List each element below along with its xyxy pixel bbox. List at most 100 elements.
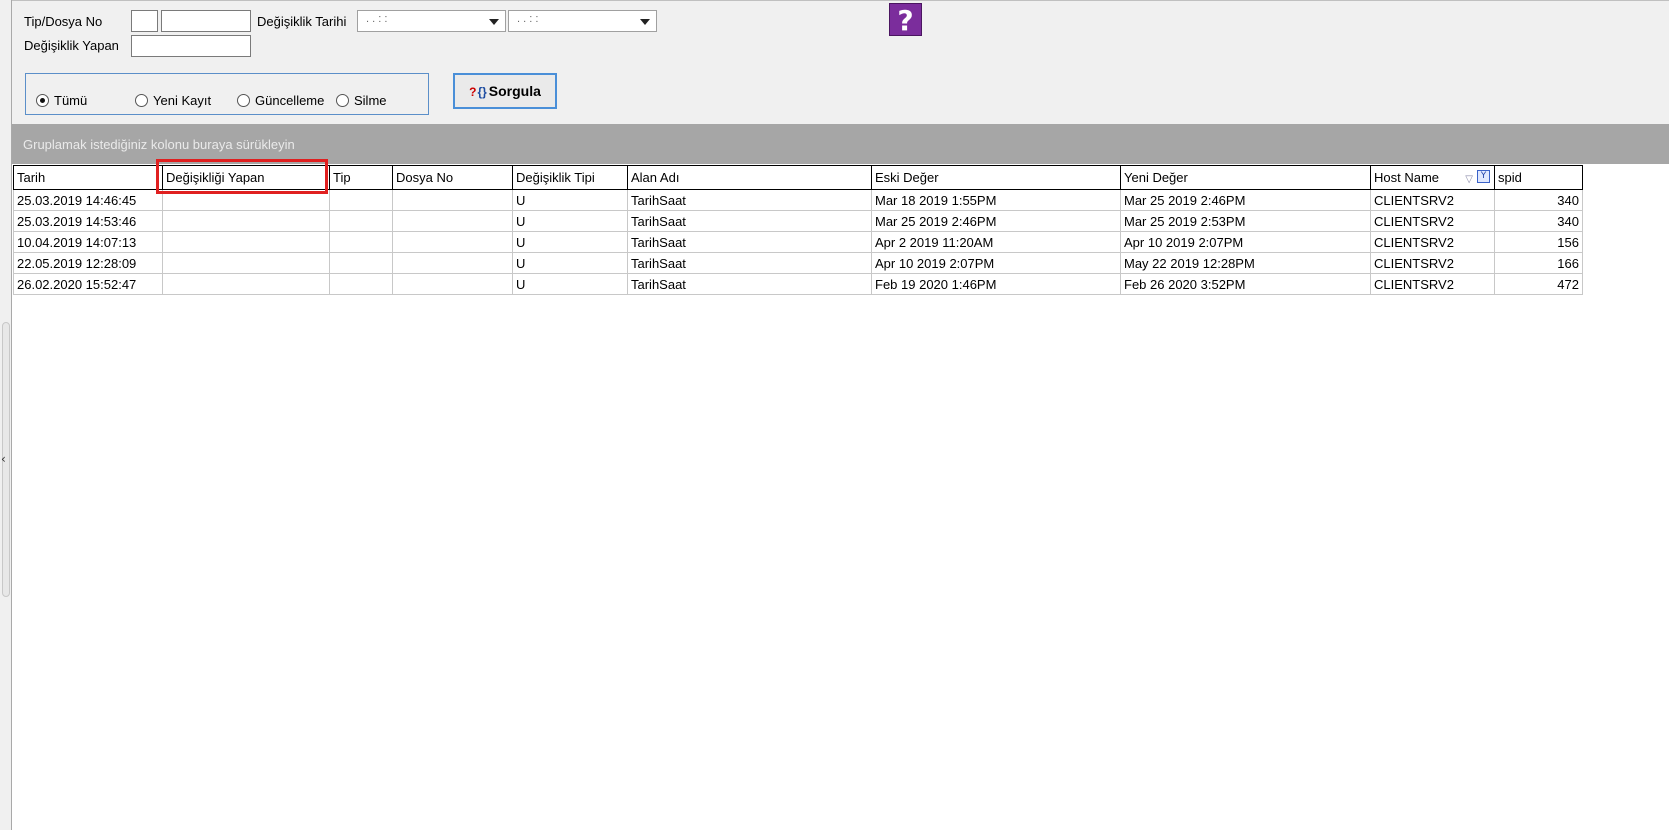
table-row[interactable]: 25.03.2019 14:53:46 U TarihSaat Mar 25 2019…: [13, 210, 1583, 232]
radio-indicator[interactable]: [36, 94, 49, 108]
cell-tarih[interactable]: 26.02.2020 15:52:47: [13, 273, 163, 295]
tarih-from-picker[interactable]: . . : :: [357, 10, 506, 32]
radio-guncelleme[interactable]: Güncelleme: [237, 92, 324, 108]
column-filter-controls: ▽ Y: [1465, 170, 1490, 185]
cell-degisikligi-yapan[interactable]: [162, 189, 330, 211]
cell-alan-adi[interactable]: TarihSaat: [627, 273, 872, 295]
cell-degisikligi-yapan[interactable]: [162, 210, 330, 232]
chevron-left-icon[interactable]: ‹: [1, 452, 6, 466]
col-header-tip[interactable]: Tip: [329, 165, 393, 190]
cell-alan-adi[interactable]: TarihSaat: [627, 189, 872, 211]
grid-header-row: Tarih Değişikliği Yapan Tip Dosya No Değ…: [13, 165, 1583, 190]
cell-tarih[interactable]: 25.03.2019 14:46:45: [13, 189, 163, 211]
group-by-drop-area[interactable]: Gruplamak istediğiniz kolonu buraya sürü…: [12, 124, 1669, 164]
cell-dosya-no[interactable]: [392, 231, 513, 253]
cell-dosya-no[interactable]: [392, 273, 513, 295]
cell-tip[interactable]: [329, 273, 393, 295]
cell-spid[interactable]: 340: [1494, 189, 1583, 211]
help-icon[interactable]: ?: [889, 3, 922, 37]
radio-indicator[interactable]: [336, 94, 349, 108]
cell-eski-deger[interactable]: Mar 18 2019 1:55PM: [871, 189, 1121, 211]
radio-tumu[interactable]: Tümü: [36, 92, 87, 108]
dropdown-arrow-icon[interactable]: [489, 19, 499, 25]
cell-degisikligi-yapan[interactable]: [162, 252, 330, 274]
cell-yeni-deger[interactable]: Mar 25 2019 2:46PM: [1120, 189, 1371, 211]
cell-host-name[interactable]: CLIENTSRV2: [1370, 210, 1495, 232]
tarih-to-value: . . : :: [517, 13, 539, 25]
braces-icon: {}: [477, 85, 487, 99]
cell-eski-deger[interactable]: Mar 25 2019 2:46PM: [871, 210, 1121, 232]
change-type-radio-group: Tümü Yeni Kayıt Güncelleme Silme: [25, 73, 429, 115]
cell-tip[interactable]: [329, 252, 393, 274]
col-header-spid[interactable]: spid: [1494, 165, 1583, 190]
dropdown-arrow-icon[interactable]: [640, 19, 650, 25]
cell-tarih[interactable]: 25.03.2019 14:53:46: [13, 210, 163, 232]
cell-degisiklik-tipi[interactable]: U: [512, 231, 628, 253]
cell-degisiklik-tipi[interactable]: U: [512, 189, 628, 211]
left-collapse-edge: ‹: [0, 0, 12, 830]
dosya-no-input[interactable]: [161, 10, 251, 32]
cell-spid[interactable]: 166: [1494, 252, 1583, 274]
cell-spid[interactable]: 156: [1494, 231, 1583, 253]
cell-spid[interactable]: 340: [1494, 210, 1583, 232]
query-icon: ?: [469, 85, 477, 99]
cell-eski-deger[interactable]: Apr 2 2019 11:20AM: [871, 231, 1121, 253]
yapan-input[interactable]: [131, 35, 251, 57]
cell-yeni-deger[interactable]: Mar 25 2019 2:53PM: [1120, 210, 1371, 232]
cell-yeni-deger[interactable]: Feb 26 2020 3:52PM: [1120, 273, 1371, 295]
radio-indicator[interactable]: [135, 94, 148, 108]
cell-host-name[interactable]: CLIENTSRV2: [1370, 273, 1495, 295]
cell-tip[interactable]: [329, 189, 393, 211]
tip-dosya-label: Tip/Dosya No: [24, 14, 103, 29]
col-header-eski-deger[interactable]: Eski Değer: [871, 165, 1121, 190]
table-row[interactable]: 25.03.2019 14:46:45 U TarihSaat Mar 18 2019…: [13, 189, 1583, 211]
sorgula-button[interactable]: ?{} Sorgula: [453, 73, 557, 109]
col-header-degisikligi-yapan[interactable]: Değişikliği Yapan: [162, 165, 330, 190]
grid-body: 25.03.2019 14:46:45 U TarihSaat Mar 18 2019…: [13, 189, 1583, 295]
radio-indicator[interactable]: [237, 94, 250, 108]
cell-degisiklik-tipi[interactable]: U: [512, 210, 628, 232]
yapan-label: Değişiklik Yapan: [24, 38, 119, 53]
cell-dosya-no[interactable]: [392, 189, 513, 211]
col-header-host-name[interactable]: Host Name ▽ Y: [1370, 165, 1495, 190]
col-header-alan-adi[interactable]: Alan Adı: [627, 165, 872, 190]
cell-degisikligi-yapan[interactable]: [162, 231, 330, 253]
cell-yeni-deger[interactable]: Apr 10 2019 2:07PM: [1120, 231, 1371, 253]
tip-input[interactable]: [131, 10, 158, 32]
col-header-tarih[interactable]: Tarih: [13, 165, 163, 190]
radio-yeni-kayit[interactable]: Yeni Kayıt: [135, 92, 211, 108]
col-header-dosya-no[interactable]: Dosya No: [392, 165, 513, 190]
cell-dosya-no[interactable]: [392, 210, 513, 232]
cell-tip[interactable]: [329, 231, 393, 253]
cell-spid[interactable]: 472: [1494, 273, 1583, 295]
cell-tip[interactable]: [329, 210, 393, 232]
cell-tarih[interactable]: 22.05.2019 12:28:09: [13, 252, 163, 274]
cell-host-name[interactable]: CLIENTSRV2: [1370, 231, 1495, 253]
filter-funnel-icon[interactable]: Y: [1477, 170, 1490, 183]
tarih-from-value: . . : :: [366, 13, 388, 25]
cell-yeni-deger[interactable]: May 22 2019 12:28PM: [1120, 252, 1371, 274]
col-header-degisiklik-tipi[interactable]: Değişiklik Tipi: [512, 165, 628, 190]
results-grid-area: Tarih Değişikliği Yapan Tip Dosya No Değ…: [12, 164, 1669, 830]
cell-degisiklik-tipi[interactable]: U: [512, 273, 628, 295]
cell-alan-adi[interactable]: TarihSaat: [627, 252, 872, 274]
cell-tarih[interactable]: 10.04.2019 14:07:13: [13, 231, 163, 253]
cell-host-name[interactable]: CLIENTSRV2: [1370, 189, 1495, 211]
table-row[interactable]: 22.05.2019 12:28:09 U TarihSaat Apr 10 2019…: [13, 252, 1583, 274]
tarih-label: Değişiklik Tarihi: [257, 14, 347, 29]
cell-eski-deger[interactable]: Feb 19 2020 1:46PM: [871, 273, 1121, 295]
col-header-yeni-deger[interactable]: Yeni Değer: [1120, 165, 1371, 190]
table-row[interactable]: 26.02.2020 15:52:47 U TarihSaat Feb 19 2020…: [13, 273, 1583, 295]
filter-panel: Tip/Dosya No Değişiklik Tarihi . . : : .…: [12, 0, 1669, 124]
table-row[interactable]: 10.04.2019 14:07:13 U TarihSaat Apr 2 2019 …: [13, 231, 1583, 253]
cell-degisikligi-yapan[interactable]: [162, 273, 330, 295]
cell-degisiklik-tipi[interactable]: U: [512, 252, 628, 274]
cell-alan-adi[interactable]: TarihSaat: [627, 231, 872, 253]
cell-alan-adi[interactable]: TarihSaat: [627, 210, 872, 232]
sort-triangle-icon[interactable]: ▽: [1465, 174, 1473, 185]
cell-eski-deger[interactable]: Apr 10 2019 2:07PM: [871, 252, 1121, 274]
radio-silme[interactable]: Silme: [336, 92, 387, 108]
cell-dosya-no[interactable]: [392, 252, 513, 274]
tarih-to-picker[interactable]: . . : :: [508, 10, 657, 32]
cell-host-name[interactable]: CLIENTSRV2: [1370, 252, 1495, 274]
